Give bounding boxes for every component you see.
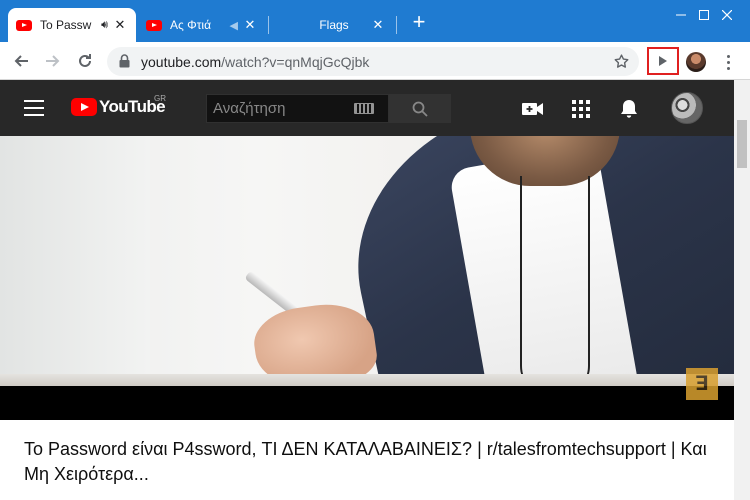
create-video-icon[interactable]: [521, 97, 545, 121]
youtube-favicon-icon: [16, 19, 32, 31]
youtube-logo[interactable]: YouTube GR: [71, 94, 166, 117]
browser-menu-icon[interactable]: [718, 52, 738, 72]
back-icon[interactable]: [9, 49, 33, 73]
close-tab-icon[interactable]: ✕: [370, 17, 386, 33]
notifications-bell-icon[interactable]: [617, 97, 641, 121]
new-tab-button[interactable]: +: [409, 11, 429, 33]
url-host: youtube.com: [141, 54, 222, 70]
video-player[interactable]: Ǝ: [0, 136, 734, 420]
youtube-play-logo-icon: [71, 98, 97, 116]
media-play-extension-button[interactable]: [647, 47, 679, 75]
search-icon: [412, 101, 428, 117]
scrollbar-thumb[interactable]: [737, 120, 747, 168]
keyboard-icon[interactable]: [354, 103, 374, 114]
search-box: [206, 94, 389, 123]
tab-youtube-password[interactable]: To Passw 🔊︎ ✕: [8, 8, 136, 42]
profile-avatar[interactable]: [686, 52, 706, 72]
channel-watermark-logo[interactable]: Ǝ: [686, 368, 718, 400]
video-title: To Password είναι P4ssword, ΤΙ ΔΕΝ ΚΑΤΑΛ…: [24, 439, 707, 484]
region-code: GR: [154, 94, 166, 103]
tab-strip: To Passw 🔊︎ ✕ Ας Φτιά ◀ ✕ Flags ✕ +: [0, 0, 750, 42]
address-bar[interactable]: youtube.com/watch?v=qnMqjGcQjbk: [107, 47, 639, 76]
tab-flags[interactable]: Flags ✕: [270, 8, 394, 42]
tab-separator: [268, 16, 269, 34]
tab-separator: [396, 16, 397, 34]
youtube-account-avatar[interactable]: [671, 92, 703, 124]
close-window-icon[interactable]: [704, 0, 750, 30]
url-path: /watch?v=qnMqjGcQjbk: [221, 54, 370, 70]
close-tab-icon[interactable]: ✕: [112, 17, 128, 33]
hamburger-menu-icon[interactable]: [24, 100, 44, 116]
tab-title: To Passw: [40, 18, 92, 32]
youtube-favicon-icon: [146, 19, 162, 31]
video-thumbnail-image: [0, 136, 734, 386]
forward-icon[interactable]: [41, 49, 65, 73]
speaker-icon[interactable]: ◀: [230, 19, 238, 32]
browser-toolbar: youtube.com/watch?v=qnMqjGcQjbk: [0, 42, 750, 80]
lock-icon[interactable]: [119, 54, 130, 73]
url-text[interactable]: youtube.com/watch?v=qnMqjGcQjbk: [141, 54, 369, 70]
tab-title: Ας Φτιά: [170, 18, 212, 32]
reload-icon[interactable]: [73, 49, 97, 73]
search-input[interactable]: [207, 95, 347, 122]
play-icon: [659, 56, 667, 66]
page-scrollbar[interactable]: [734, 80, 750, 500]
youtube-masthead: YouTube GR: [0, 80, 750, 136]
bookmark-star-icon[interactable]: [613, 53, 630, 75]
close-tab-icon[interactable]: ✕: [242, 17, 258, 33]
tab-title: Flags: [319, 18, 349, 32]
tab-youtube-second[interactable]: Ας Φτιά ◀ ✕: [138, 8, 266, 42]
search-button[interactable]: [389, 94, 451, 123]
speaker-icon[interactable]: 🔊︎: [101, 19, 108, 32]
apps-grid-icon[interactable]: [569, 97, 593, 121]
